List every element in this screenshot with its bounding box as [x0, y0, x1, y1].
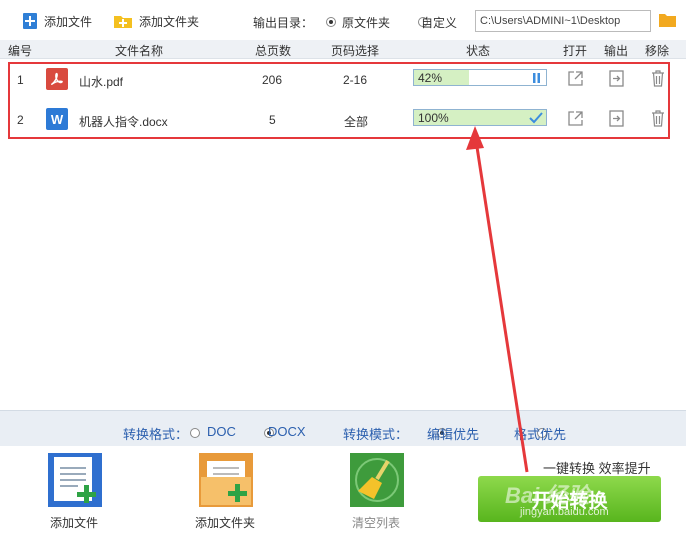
add-folder-button[interactable]: 添加文件夹 — [113, 10, 199, 32]
highlight-frame — [8, 62, 670, 139]
footer-add-folder-button[interactable] — [199, 453, 253, 507]
add-folder-label: 添加文件夹 — [139, 14, 200, 29]
source-folder-radio[interactable] — [326, 17, 336, 27]
header-filename: 文件名称 — [115, 44, 164, 58]
header-open: 打开 — [563, 44, 588, 58]
footer-add-file-label: 添加文件 — [50, 516, 99, 530]
output-path-field[interactable]: C:\Users\ADMINI~1\Desktop — [475, 10, 651, 32]
mode-edit-label: 编辑优先 — [427, 427, 480, 442]
format-doc-label: DOC — [207, 424, 236, 439]
add-folder-icon — [114, 16, 132, 28]
baidu-watermark-url: jingyan.baidu.com — [520, 506, 609, 518]
format-label: 转换格式： — [123, 427, 189, 442]
format-docx-label: DOCX — [268, 424, 306, 439]
source-folder-label: 原文件夹 — [342, 16, 391, 30]
header-page-select: 页码选择 — [331, 44, 380, 58]
add-file-icon — [23, 13, 37, 29]
options-bar: 转换格式： DOC DOCX 转换模式： 编辑优先 格式优先 — [0, 410, 686, 447]
header-pages: 总页数 — [255, 44, 292, 58]
add-file-label: 添加文件 — [44, 14, 93, 29]
clear-list-button[interactable] — [350, 453, 404, 507]
output-dir-label: 输出目录： — [253, 16, 314, 30]
header-status: 状态 — [466, 44, 491, 58]
add-file-large-icon — [48, 453, 102, 507]
format-doc-radio[interactable] — [190, 428, 200, 438]
header-output: 输出 — [604, 44, 629, 58]
broom-icon — [350, 453, 404, 507]
add-folder-large-icon — [199, 453, 253, 507]
mode-format-label: 格式优先 — [514, 427, 567, 442]
clear-list-label: 清空列表 — [352, 516, 401, 530]
table-header: 编号 文件名称 总页数 页码选择 状态 打开 输出 移除 — [0, 40, 686, 59]
mode-label: 转换模式： — [343, 427, 409, 442]
slogan-text: 一键转换 效率提升 — [543, 461, 651, 476]
browse-folder-icon[interactable] — [658, 12, 677, 28]
header-index: 编号 — [8, 44, 33, 58]
footer-add-folder-label: 添加文件夹 — [195, 516, 256, 530]
custom-dir-label: 自定义 — [421, 16, 458, 30]
header-remove: 移除 — [645, 44, 670, 58]
add-file-button[interactable]: 添加文件 — [22, 10, 92, 32]
toolbar: 添加文件 添加文件夹 输出目录： 原文件夹 自定义 C:\Users\ADMIN… — [0, 0, 686, 40]
footer-add-file-button[interactable] — [48, 453, 102, 507]
